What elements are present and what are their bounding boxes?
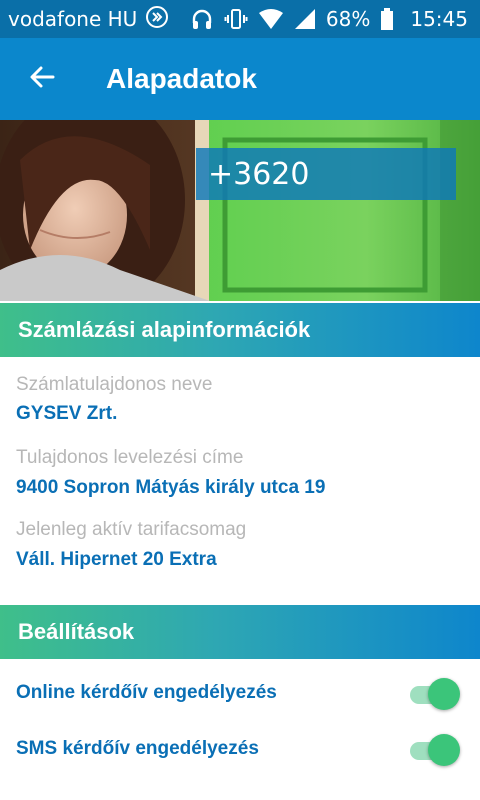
sms-survey-toggle[interactable] bbox=[408, 734, 460, 766]
battery-icon bbox=[380, 7, 394, 31]
mailing-address-label: Tulajdonos levelezési címe bbox=[16, 447, 244, 468]
billing-section-header: Számlázási alapinformációk bbox=[0, 303, 480, 357]
online-survey-toggle[interactable] bbox=[408, 678, 460, 710]
settings-section-header: Beállítások bbox=[0, 605, 480, 659]
tariff-label: Jelenleg aktív tarifacsomag bbox=[16, 519, 247, 540]
signal-icon bbox=[294, 8, 316, 30]
back-arrow-icon bbox=[29, 64, 55, 95]
vibrate-icon bbox=[224, 7, 248, 31]
account-owner-label: Számlatulajdonos neve bbox=[16, 374, 213, 395]
media-icon bbox=[145, 5, 169, 34]
toggle-thumb bbox=[428, 678, 460, 710]
account-owner-value: GYSEV Zrt. bbox=[16, 403, 118, 424]
toggle-thumb bbox=[428, 734, 460, 766]
app-bar: Alapadatok bbox=[0, 38, 480, 120]
wifi-icon bbox=[258, 8, 284, 30]
battery-percent: 68% bbox=[325, 7, 371, 31]
tariff-value: Váll. Hipernet 20 Extra bbox=[16, 549, 217, 570]
page-title: Alapadatok bbox=[106, 63, 257, 94]
setting-row-online-survey: Online kérdőív engedélyezés bbox=[0, 666, 480, 720]
hero-image: +3620 bbox=[0, 120, 480, 301]
carrier-name: vodafone HU bbox=[8, 7, 138, 31]
back-button[interactable] bbox=[14, 51, 70, 107]
headphones-icon bbox=[190, 7, 214, 31]
status-bar: vodafone HU 68% 15:45 bbox=[0, 0, 480, 38]
online-survey-label: Online kérdőív engedélyezés bbox=[16, 682, 277, 703]
setting-row-sms-survey: SMS kérdőív engedélyezés bbox=[0, 722, 480, 776]
status-time: 15:45 bbox=[410, 7, 468, 31]
mailing-address-value: 9400 Sopron Mátyás király utca 19 bbox=[16, 477, 326, 498]
sms-survey-label: SMS kérdőív engedélyezés bbox=[16, 738, 259, 759]
phone-number: +3620 bbox=[196, 148, 456, 200]
